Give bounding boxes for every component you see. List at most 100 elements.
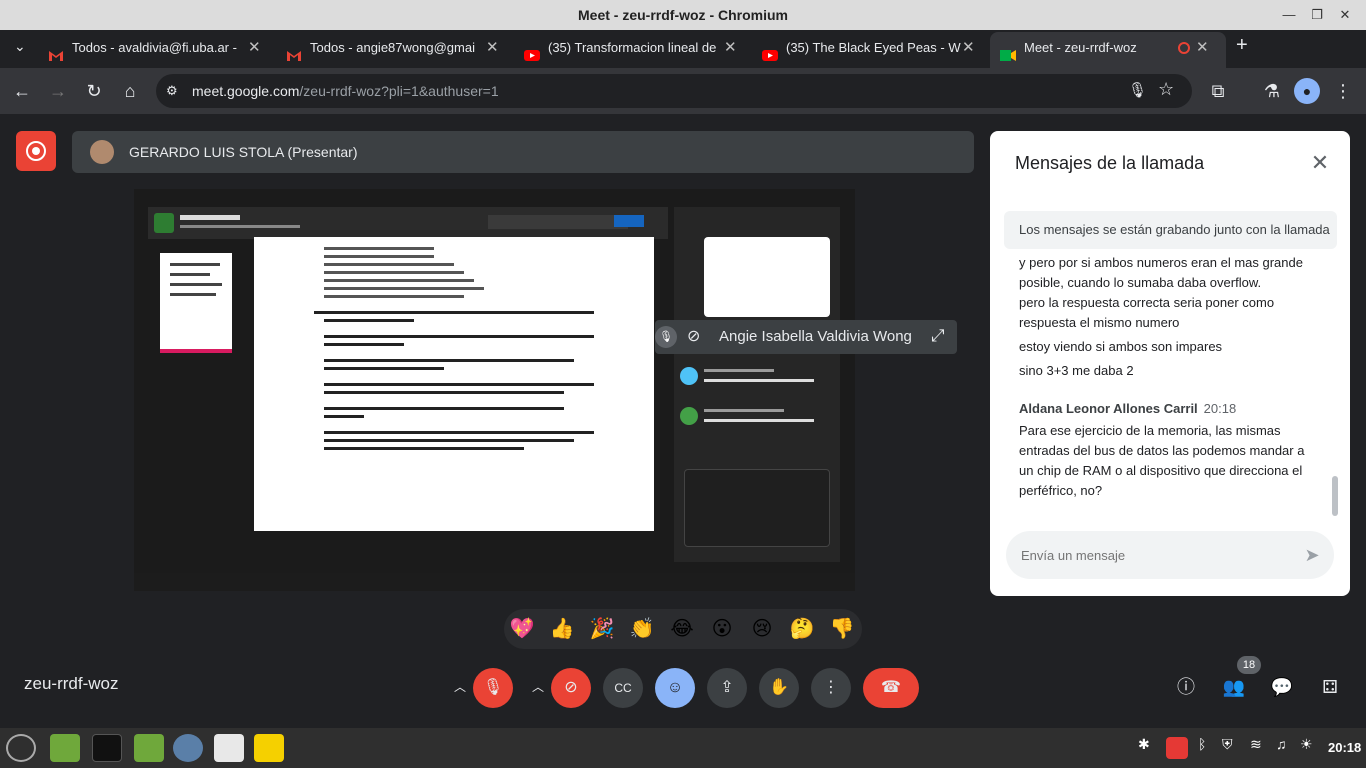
chat-panel: Mensajes de la llamada ✕ Los mensajes se… [990, 131, 1350, 596]
muted-mic-icon: 🎙 [655, 326, 677, 348]
expand-icon[interactable]: ⤢ [931, 326, 945, 346]
chat-input-container: ➤ [1006, 531, 1334, 579]
tab-bar: ⌄ Todos - avaldivia@fi.uba.ar - ✕ Todos … [0, 30, 1366, 68]
emoji-thinking[interactable]: 🤔 [788, 616, 816, 642]
sound-icon[interactable]: ♫ [1276, 736, 1287, 752]
tab-gmail-1[interactable]: Todos - avaldivia@fi.uba.ar - ✕ [48, 32, 264, 68]
video-options-chevron-icon[interactable]: ︿ [532, 678, 544, 695]
meeting-code: zeu-rrdf-woz [24, 674, 119, 693]
browser-toolbar: ← → ↻ ⌂ ⚙ meet.google.com/zeu-rrdf-woz?p… [0, 68, 1366, 114]
close-tab-icon[interactable]: ✕ [1196, 32, 1212, 64]
chat-message: pero la respuesta correcta seria poner c… [1019, 295, 1275, 330]
send-icon[interactable]: ➤ [1300, 543, 1324, 567]
present-button[interactable]: ⇪ [707, 668, 747, 708]
close-tab-icon[interactable]: ✕ [486, 32, 502, 64]
activities-icon[interactable]: ⚃ [1315, 672, 1345, 702]
close-tab-icon[interactable]: ✕ [248, 32, 264, 64]
emoji-clap[interactable]: 👏 [628, 616, 656, 642]
tab-search-icon[interactable]: ⌄ [14, 38, 26, 55]
shared-screen [134, 189, 855, 591]
leave-call-button[interactable]: ☎ [863, 668, 919, 708]
hang-up-icon: ☎ [881, 679, 901, 696]
gmail-icon [286, 42, 302, 61]
captions-button[interactable]: CC [603, 668, 643, 708]
reactions-button[interactable]: ☺ [655, 668, 695, 708]
recording-icon[interactable] [16, 131, 56, 171]
close-tab-icon[interactable]: ✕ [962, 32, 978, 64]
minimize-button[interactable]: — [1274, 0, 1304, 30]
participants-count-badge: 18 [1237, 656, 1261, 674]
shared-taskbar [134, 573, 855, 591]
terminal-icon[interactable] [92, 734, 122, 762]
emoji-sad[interactable]: 😢 [748, 616, 776, 642]
wifi-icon[interactable]: ≋ [1250, 736, 1262, 753]
people-icon[interactable]: 👥 [1219, 672, 1249, 702]
chat-panel-title: Mensajes de la llamada [1015, 153, 1205, 173]
gmail-icon [48, 42, 64, 61]
emoji-laugh[interactable]: 😂 [668, 616, 696, 642]
tab-youtube-1[interactable]: (35) Transformacion lineal de ✕ [524, 32, 740, 68]
window-title: Meet - zeu-rrdf-woz - Chromium [0, 0, 1366, 30]
tab-meet[interactable]: Meet - zeu-rrdf-woz ✕ [990, 32, 1226, 68]
chat-message-header: Aldana Leonor Allones Carril 20:18 [1019, 399, 1319, 419]
address-bar[interactable]: ⚙ meet.google.com/zeu-rrdf-woz?pli=1&aut… [156, 74, 1192, 108]
presenter-bar: GERARDO LUIS STOLA (Presentar) [72, 131, 974, 173]
emoji-thumbs-up[interactable]: 👍 [548, 616, 576, 642]
menu-kebab-icon[interactable]: ⋮ [1330, 78, 1356, 104]
new-tab-button[interactable]: + [1236, 34, 1248, 57]
brightness-icon[interactable]: ☀ [1300, 736, 1313, 753]
maximize-button[interactable]: ❐ [1302, 0, 1332, 30]
audio-options-chevron-icon[interactable]: ︿ [454, 678, 466, 695]
mic-off-button[interactable]: 🎙 [473, 668, 513, 708]
chat-scrollbar[interactable] [1332, 476, 1338, 516]
emoji-surprised[interactable]: 😮 [708, 616, 736, 642]
emoji-reactions-bar: 💖 👍 🎉 👏 😂 😮 😢 🤔 👎 [504, 609, 862, 649]
chat-message-input[interactable] [1021, 531, 1291, 579]
meeting-info-icon[interactable]: ⓘ [1171, 672, 1201, 702]
recording-notice: Los mensajes se están grabando junto con… [1004, 211, 1337, 249]
more-options-button[interactable]: ⋮ [811, 668, 851, 708]
files-icon[interactable] [50, 734, 80, 762]
captions-icon: CC [614, 681, 632, 695]
camera-off-icon: ⊘ [687, 328, 701, 345]
bluetooth-icon[interactable]: ᛒ [1198, 736, 1206, 752]
reload-icon[interactable]: ↻ [81, 78, 107, 104]
profile-avatar-icon[interactable]: ● [1294, 78, 1320, 104]
more-vert-icon: ⋮ [823, 679, 839, 696]
youtube-icon [762, 42, 778, 61]
emoji-party[interactable]: 🎉 [588, 616, 616, 642]
calendar-icon[interactable] [214, 734, 244, 762]
back-icon[interactable]: ← [9, 78, 35, 104]
mint-menu-icon[interactable] [6, 734, 36, 762]
shield-icon[interactable]: ⛨ [1222, 736, 1233, 753]
chat-message: sino 3+3 me daba 2 [1019, 363, 1134, 378]
document-page [254, 237, 654, 531]
emoji-thumbs-down[interactable]: 👎 [828, 616, 856, 642]
emoji-heart[interactable]: 💖 [508, 616, 536, 642]
camera-off-button[interactable]: ⊘ [551, 668, 591, 708]
labs-icon[interactable]: ⚗ [1259, 78, 1285, 104]
emoji-icon: ☺ [666, 679, 684, 696]
bookmark-star-icon[interactable]: ☆ [1158, 79, 1174, 100]
meet-icon [1000, 42, 1016, 61]
close-panel-icon[interactable]: ✕ [1308, 151, 1332, 175]
chromium-icon[interactable] [173, 734, 203, 762]
tab-youtube-2[interactable]: (35) The Black Eyed Peas - W ✕ [762, 32, 978, 68]
tray-app-icon[interactable] [1166, 737, 1188, 759]
slack-tray-icon[interactable]: ✱ [1138, 736, 1150, 753]
microphone-icon[interactable]: 🎙 [1128, 81, 1147, 99]
raise-hand-button[interactable]: ✋ [759, 668, 799, 708]
extensions-icon[interactable]: ⧉ [1205, 78, 1231, 104]
close-window-button[interactable]: ✕ [1330, 0, 1360, 30]
chat-message: Para ese ejercicio de la memoria, las mi… [1019, 423, 1305, 498]
chat-message: estoy viendo si ambos son impares [1019, 339, 1223, 354]
close-tab-icon[interactable]: ✕ [724, 32, 740, 64]
chat-icon[interactable]: 💬 [1267, 672, 1297, 702]
slack-app-icon[interactable] [254, 734, 284, 762]
forward-icon[interactable]: → [45, 78, 71, 104]
home-icon[interactable]: ⌂ [117, 78, 143, 104]
site-info-icon[interactable]: ⚙ [166, 83, 178, 99]
folder-icon[interactable] [134, 734, 164, 762]
tab-gmail-2[interactable]: Todos - angie87wong@gmai ✕ [286, 32, 502, 68]
mic-off-icon: 🎙 [482, 679, 504, 696]
